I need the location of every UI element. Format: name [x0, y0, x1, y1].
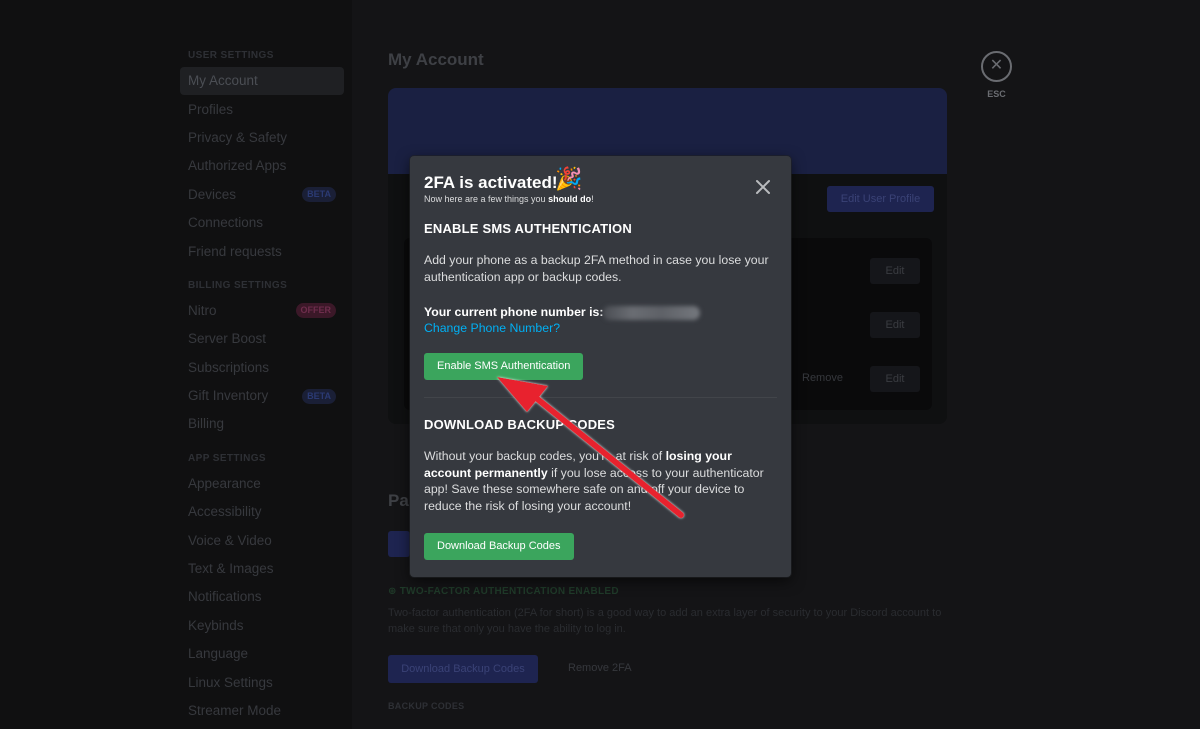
sidebar-item-connections[interactable]: Connections: [180, 209, 344, 237]
sidebar-section-billing-settings: Billing Settings Nitro OFFER Server Boost…: [180, 280, 344, 439]
change-password-button[interactable]: [388, 531, 410, 557]
sidebar-item-label: Subscriptions: [188, 359, 270, 375]
phone-number-label: Your current phone number is:: [424, 305, 604, 319]
modal-subtitle: Now here are a few things you should do!: [424, 194, 594, 204]
remove-2fa-button[interactable]: Remove 2FA: [568, 662, 632, 674]
sidebar-item-label: Profiles: [188, 101, 234, 117]
modal-close-button[interactable]: [750, 174, 776, 200]
sidebar-category-title: App Settings: [188, 452, 266, 464]
sidebar-section-user-settings: User Settings My Account Profiles Privac…: [180, 50, 344, 266]
change-phone-number-link[interactable]: Change Phone Number?: [424, 321, 560, 335]
sidebar-item-label: Nitro: [188, 302, 217, 318]
sidebar-item-label: Notifications: [188, 589, 262, 605]
offer-badge: OFFER: [295, 303, 336, 319]
sidebar-item-my-account[interactable]: My Account: [180, 67, 344, 96]
sidebar-item-profiles[interactable]: Profiles: [180, 95, 344, 123]
edit-username-button[interactable]: Edit: [870, 258, 920, 284]
twofa-description: Two-factor authentication (2FA for short…: [388, 607, 942, 635]
party-popper-icon: 🎉: [555, 166, 583, 191]
edit-user-profile-button[interactable]: Edit User Profile: [827, 186, 934, 212]
remove-phone-link[interactable]: Remove: [802, 372, 843, 384]
password-section-heading: Pa: [388, 491, 409, 510]
beta-badge: BETA: [302, 187, 336, 203]
sidebar-item-label: Billing: [188, 416, 225, 432]
sidebar-item-friend-requests[interactable]: Friend requests: [180, 237, 344, 265]
subtitle-text: Now here are a few things you: [424, 194, 549, 204]
sidebar-item-label: Voice & Video: [188, 532, 272, 548]
sidebar-item-notifications[interactable]: Notifications: [180, 583, 344, 611]
section-divider: [424, 397, 777, 398]
sidebar-item-label: Accessibility: [188, 504, 262, 520]
edit-email-button[interactable]: Edit: [870, 312, 920, 338]
close-icon: [756, 180, 770, 194]
sidebar-item-gift-inventory[interactable]: Gift Inventory BETA: [180, 382, 344, 410]
sidebar-item-linux-settings[interactable]: Linux Settings: [180, 668, 344, 696]
sidebar-category-title: Billing Settings: [188, 279, 288, 291]
backup-codes-heading: BACKUP CODES: [388, 701, 465, 711]
sidebar-item-label: Keybinds: [188, 617, 244, 633]
sidebar-item-label: Privacy & Safety: [188, 129, 288, 145]
sidebar-section-app-settings: App Settings Appearance Accessibility Vo…: [180, 453, 344, 726]
settings-sidebar: User Settings My Account Profiles Privac…: [180, 50, 344, 725]
close-icon: ✕: [989, 57, 1004, 74]
sidebar-item-nitro[interactable]: Nitro OFFER: [180, 297, 344, 325]
sidebar-separator: [180, 266, 344, 280]
sidebar-item-keybinds[interactable]: Keybinds: [180, 612, 344, 640]
sidebar-item-text-images[interactable]: Text & Images: [180, 555, 344, 583]
sidebar-item-streamer-mode[interactable]: Streamer Mode: [180, 697, 344, 725]
sidebar-item-label: Friend requests: [188, 243, 282, 259]
sidebar-item-subscriptions[interactable]: Subscriptions: [180, 354, 344, 382]
sidebar-item-label: Streamer Mode: [188, 703, 282, 718]
twofa-enabled-heading: ⊕ TWO-FACTOR AUTHENTICATION ENABLED: [388, 586, 619, 597]
download-backup-codes-button[interactable]: Download Backup Codes: [424, 533, 574, 560]
sidebar-item-label: My Account: [188, 73, 258, 89]
sidebar-category-title: User Settings: [188, 50, 274, 61]
sidebar-item-accessibility[interactable]: Accessibility: [180, 498, 344, 526]
modal-title: 2FA is activated!: [424, 173, 558, 192]
sidebar-item-appearance[interactable]: Appearance: [180, 470, 344, 498]
edit-phone-button[interactable]: Edit: [870, 366, 920, 392]
blurred-phone-number: [603, 306, 700, 320]
sidebar-separator: [180, 439, 344, 453]
sidebar-item-label: Gift Inventory: [188, 388, 269, 404]
sidebar-item-label: Language: [188, 646, 249, 662]
sidebar-item-label: Server Boost: [188, 331, 267, 347]
close-settings-button[interactable]: ✕: [981, 51, 1012, 82]
sidebar-item-label: Text & Images: [188, 561, 274, 577]
backup-description: Without your backup codes, you're at ris…: [424, 448, 780, 514]
sidebar-item-voice-video[interactable]: Voice & Video: [180, 526, 344, 554]
enable-sms-authentication-button[interactable]: Enable SMS Authentication: [424, 353, 584, 380]
sidebar-item-label: Devices: [188, 186, 237, 202]
sidebar-item-billing[interactable]: Billing: [180, 410, 344, 438]
subtitle-bold: should do: [548, 194, 592, 204]
page-title: My Account: [388, 50, 484, 69]
sidebar-item-devices[interactable]: Devices BETA: [180, 181, 344, 209]
sidebar-item-label: Linux Settings: [188, 674, 273, 690]
2fa-activated-modal: 2FA is activated! 🎉 Now here are a few t…: [410, 156, 791, 577]
sidebar-item-label: Appearance: [188, 475, 261, 491]
sms-section-heading: ENABLE SMS AUTHENTICATION: [424, 221, 632, 236]
backup-section-heading: DOWNLOAD BACKUP CODES: [424, 417, 616, 432]
sidebar-item-language[interactable]: Language: [180, 640, 344, 668]
backup-text-start: Without your backup codes, you're at ris…: [424, 449, 666, 463]
subtitle-suffix: !: [591, 194, 594, 204]
download-backup-codes-button-bg[interactable]: Download Backup Codes: [388, 655, 538, 683]
esc-label: ESC: [987, 89, 1006, 99]
sidebar-item-label: Authorized Apps: [188, 158, 287, 174]
sidebar-item-server-boost[interactable]: Server Boost: [180, 325, 344, 353]
sidebar-item-authorized-apps[interactable]: Authorized Apps: [180, 152, 344, 180]
beta-badge: BETA: [302, 388, 336, 404]
sms-description: Add your phone as a backup 2FA method in…: [424, 253, 769, 284]
sidebar-item-privacy-safety[interactable]: Privacy & Safety: [180, 124, 344, 152]
sidebar-item-label: Connections: [188, 215, 264, 231]
